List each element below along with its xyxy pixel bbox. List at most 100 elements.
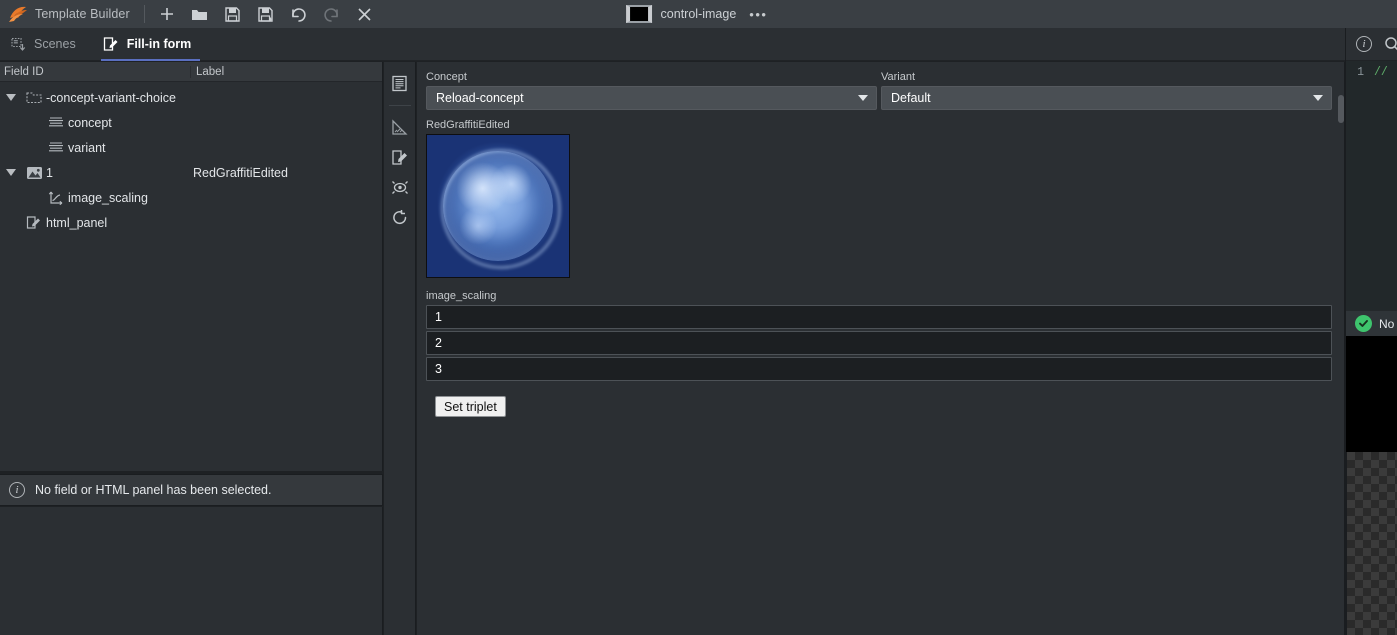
document-overflow-menu[interactable]: •••: [745, 7, 771, 22]
tree-item-id: html_panel: [46, 215, 108, 230]
set-triplet-row: Set triplet: [426, 383, 1332, 417]
list-lines-icon: [44, 116, 68, 129]
set-triplet-button[interactable]: Set triplet: [435, 396, 506, 417]
selection-info-bar: i No field or HTML panel has been select…: [0, 474, 383, 506]
properties-placeholder-panel: [0, 507, 383, 635]
table-row[interactable]: 1 RedGraffitiEdited: [0, 160, 382, 185]
table-row[interactable]: variant: [0, 135, 382, 160]
form-scrollbar-thumb[interactable]: [1338, 95, 1344, 123]
tree-item-id: variant: [68, 140, 106, 155]
tab-fill-in-form-label: Fill-in form: [126, 37, 192, 51]
document-name: control-image: [660, 7, 737, 21]
scenes-icon: [10, 36, 27, 53]
refresh-circle-icon[interactable]: [386, 204, 414, 230]
edit-pencil-icon[interactable]: [386, 144, 414, 170]
html-editor-toolbar: i: [1346, 28, 1397, 61]
image-scaling-group: image_scaling 1 2 3 Set triplet: [417, 278, 1344, 417]
toolbar-separator: [143, 5, 145, 23]
title-bar: Template Builder control-image •••: [0, 0, 1397, 28]
undo-button[interactable]: [289, 4, 309, 24]
table-row[interactable]: html_panel: [0, 210, 382, 235]
preview-black-area: [1346, 336, 1397, 452]
code-line-number: 1: [1357, 66, 1364, 79]
variant-field-group: Variant Default: [881, 71, 1332, 110]
app-branding: Template Builder: [0, 5, 130, 23]
tab-scenes[interactable]: Scenes: [0, 28, 93, 61]
concept-field-group: Concept Reload-concept: [426, 71, 877, 110]
chevron-down-icon: [858, 95, 868, 101]
check-circle-icon: [1355, 315, 1372, 332]
tab-scenes-label: Scenes: [34, 37, 76, 51]
column-header-field-id: Field ID: [0, 65, 191, 78]
tree-item-id: 1: [46, 165, 53, 180]
link-eye-icon[interactable]: [386, 174, 414, 200]
expand-caret-icon[interactable]: [0, 94, 22, 101]
ruler-triangle-icon[interactable]: [386, 114, 414, 140]
tree-item-id: -concept-variant-choice: [46, 90, 176, 105]
tab-fill-in-form[interactable]: Fill-in form: [93, 28, 209, 61]
tab-strip: Scenes Fill-in form: [0, 28, 1345, 61]
edit-pencil-icon: [22, 215, 46, 230]
blue-sphere-thumbnail[interactable]: [426, 134, 570, 278]
table-row[interactable]: concept: [0, 110, 382, 135]
concept-label: Concept: [426, 71, 467, 83]
image-scaling-value-3: 3: [435, 362, 442, 376]
document-form-icon[interactable]: [386, 70, 414, 96]
image-scaling-value-1: 1: [435, 310, 442, 324]
redo-button[interactable]: [322, 4, 342, 24]
image-field-group: RedGraffitiEdited: [417, 110, 1344, 278]
image-scaling-input-2[interactable]: 2: [426, 331, 1332, 355]
document-indicator: control-image •••: [625, 0, 772, 28]
html-editor-panel: i 1 // No: [1346, 28, 1397, 635]
concept-variant-row: Concept Reload-concept Variant Default: [417, 62, 1344, 110]
axes-curve-icon: [44, 191, 68, 205]
new-button[interactable]: [157, 4, 177, 24]
selection-info-text: No field or HTML panel has been selected…: [35, 483, 272, 497]
app-title: Template Builder: [35, 7, 130, 21]
image-caption: RedGraffitiEdited: [426, 119, 510, 131]
tree-item-id: image_scaling: [68, 190, 148, 205]
column-header-label: Label: [196, 65, 225, 78]
save-button[interactable]: [223, 4, 243, 24]
variant-label: Variant: [881, 71, 916, 83]
field-tree-panel: Field ID Label -concept-variant-choice c…: [0, 62, 383, 471]
fill-in-form-icon: [103, 36, 120, 53]
folder-icon: [22, 91, 46, 104]
image-scaling-input-3[interactable]: 3: [426, 357, 1332, 381]
tree-item-id: concept: [68, 115, 112, 130]
image-strip-icon: [625, 5, 652, 23]
status-text: No: [1379, 316, 1395, 331]
variant-value: Default: [891, 91, 931, 105]
close-button[interactable]: [355, 4, 375, 24]
expand-caret-icon[interactable]: [0, 169, 22, 176]
transparency-checkerboard: [1346, 452, 1397, 635]
info-circle-icon[interactable]: i: [1356, 36, 1372, 53]
table-row[interactable]: image_scaling: [0, 185, 382, 210]
concept-value: Reload-concept: [436, 91, 524, 105]
tree-body: -concept-variant-choice concept variant …: [0, 82, 382, 235]
application-window: Template Builder control-image ••• Scene…: [0, 0, 1397, 635]
picture-icon: [22, 166, 46, 180]
fill-in-form-panel: Concept Reload-concept Variant Default R…: [417, 62, 1345, 635]
rail-divider: [388, 105, 411, 106]
table-row[interactable]: -concept-variant-choice: [0, 85, 382, 110]
list-lines-icon: [44, 141, 68, 154]
orange-feather-logo-icon: [8, 5, 28, 23]
save-as-button[interactable]: [256, 4, 276, 24]
image-scaling-label: image_scaling: [426, 290, 497, 302]
concept-dropdown[interactable]: Reload-concept: [426, 86, 877, 110]
tool-rail: [384, 62, 416, 635]
search-magnifier-icon[interactable]: [1384, 36, 1397, 53]
info-circle-icon: i: [9, 482, 25, 498]
tree-item-label: RedGraffitiEdited: [193, 165, 288, 180]
code-editor[interactable]: 1 //: [1346, 61, 1397, 310]
tree-header: Field ID Label: [0, 62, 382, 82]
code-line-text: //: [1374, 66, 1388, 79]
status-badge: No: [1346, 310, 1397, 336]
chevron-down-icon: [1313, 95, 1323, 101]
variant-dropdown[interactable]: Default: [881, 86, 1332, 110]
main-toolbar: [157, 4, 375, 24]
image-scaling-input-1[interactable]: 1: [426, 305, 1332, 329]
open-button[interactable]: [190, 4, 210, 24]
image-scaling-value-2: 2: [435, 336, 442, 350]
